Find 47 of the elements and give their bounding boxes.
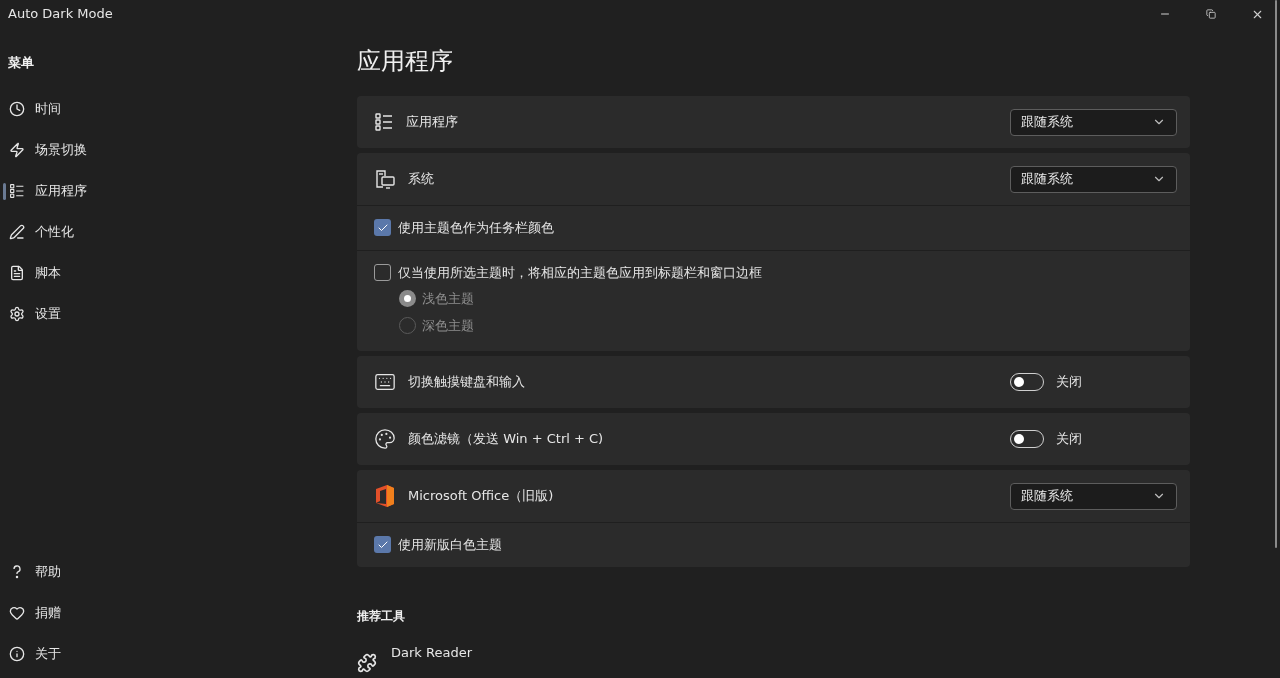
dropdown[interactable]: 跟随系统 [1010, 482, 1177, 510]
nav-item[interactable]: 个性化 [0, 222, 74, 242]
palette-icon [374, 428, 396, 450]
nav-item[interactable]: 关于 [0, 643, 61, 664]
document-icon [9, 265, 25, 281]
setting-label: 颜色滤镜（发送 Win + Ctrl + C) [408, 430, 604, 449]
pen-icon [9, 224, 25, 240]
checkbox[interactable] [374, 536, 391, 554]
checkbox-label: 使用新版白色主题 [398, 536, 502, 554]
setting-label: 切换触摸键盘和输入 [408, 373, 525, 392]
page-title: 应用程序 [357, 46, 454, 77]
dropdown[interactable]: 跟随系统 [1010, 165, 1177, 193]
radio-label: 浅色主题 [422, 289, 474, 308]
list-icon [9, 183, 25, 199]
radio-label: 深色主题 [422, 316, 474, 335]
nav-item[interactable]: 捐赠 [0, 602, 61, 623]
checkbox[interactable] [374, 263, 391, 281]
setting-label: 系统 [408, 170, 434, 189]
nav-item[interactable]: 应用程序 [0, 181, 87, 201]
info-icon [9, 645, 25, 662]
heart-icon [9, 604, 25, 621]
nav-item[interactable]: 场景切换 [0, 140, 87, 160]
nav-item[interactable]: 帮助 [0, 561, 61, 582]
clock-icon [9, 101, 25, 117]
settings-icon [9, 306, 25, 322]
checkbox[interactable] [374, 219, 391, 237]
keyboard-icon [374, 371, 396, 393]
toggle-state-label: 关闭 [1056, 430, 1082, 449]
nav-item[interactable]: 时间 [0, 99, 61, 119]
toggle-state-label: 关闭 [1056, 373, 1082, 392]
devices-icon [374, 168, 396, 190]
nav-item[interactable]: 脚本 [0, 263, 61, 283]
puzzle-icon [357, 652, 377, 673]
list-icon [374, 112, 394, 132]
tool-link[interactable]: Dark Reader [391, 642, 472, 662]
setting-label: Microsoft Office（旧版) [408, 487, 554, 506]
checkbox-label: 仅当使用所选主题时，将相应的主题色应用到标题栏和窗口边框 [398, 263, 762, 282]
nav-item[interactable]: 设置 [0, 304, 61, 324]
dropdown[interactable]: 跟随系统 [1010, 108, 1177, 136]
restore-icon [1206, 9, 1216, 19]
lightning-icon [9, 142, 25, 158]
setting-label: 应用程序 [406, 113, 458, 132]
office-logo-icon [374, 484, 396, 508]
section-heading: 推荐工具 [357, 607, 406, 625]
menu-heading: 菜单 [7, 54, 35, 72]
checkbox-label: 使用主题色作为任务栏颜色 [398, 219, 554, 237]
window-title: Auto Dark Mode [8, 5, 113, 24]
